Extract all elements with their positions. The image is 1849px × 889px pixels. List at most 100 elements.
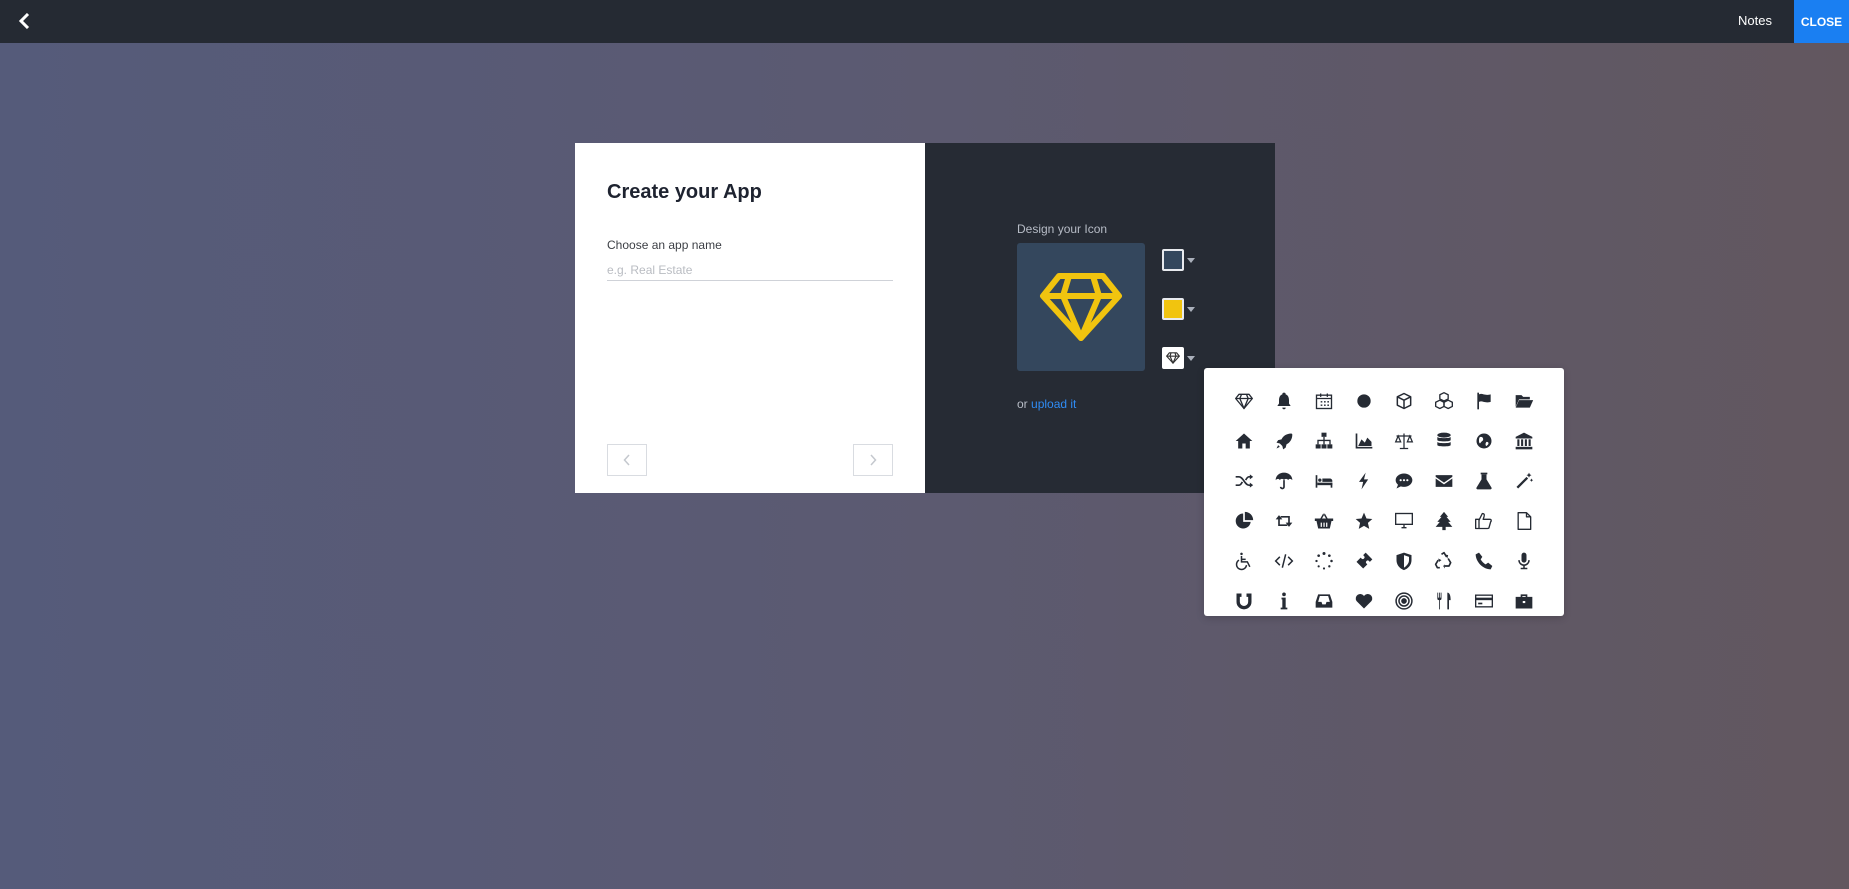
icon-option-recycle[interactable]: [1424, 541, 1464, 581]
icon-picker-popover: [1204, 368, 1564, 616]
bed-icon: [1315, 475, 1333, 488]
icon-option-inbox[interactable]: [1304, 581, 1344, 621]
icon-option-envelope[interactable]: [1424, 461, 1464, 501]
folder-open-icon: [1515, 395, 1534, 408]
app-name-label: Choose an app name: [607, 238, 722, 252]
icon-option-star[interactable]: [1344, 501, 1384, 541]
upload-prefix: or: [1017, 397, 1028, 411]
spinner-icon: [1315, 552, 1333, 570]
icon-option-magnet[interactable]: [1224, 581, 1264, 621]
area-chart-icon: [1355, 433, 1373, 449]
caret-down-icon: [1187, 355, 1195, 361]
calendar-icon: [1315, 393, 1333, 410]
icon-option-credit-card[interactable]: [1464, 581, 1504, 621]
create-app-modal: Create your App Choose an app name Desig…: [575, 143, 1275, 493]
globe-icon: [1476, 433, 1492, 449]
briefcase-icon: [1515, 594, 1533, 609]
icon-option-database[interactable]: [1424, 421, 1464, 461]
code-icon: [1274, 554, 1294, 568]
icon-option-bell[interactable]: [1264, 381, 1304, 421]
icon-option-cubes[interactable]: [1424, 381, 1464, 421]
upload-link[interactable]: upload it: [1031, 397, 1076, 411]
icon-option-bed[interactable]: [1304, 461, 1344, 501]
icon-option-bank[interactable]: [1504, 421, 1544, 461]
icon-shape-swatch: [1162, 347, 1184, 369]
icon-option-pie-chart[interactable]: [1224, 501, 1264, 541]
icon-option-shuffle[interactable]: [1224, 461, 1264, 501]
icon-option-home[interactable]: [1224, 421, 1264, 461]
previous-button[interactable]: [607, 444, 647, 476]
notes-button[interactable]: Notes: [1738, 0, 1772, 43]
icon-preview: [1017, 243, 1145, 371]
back-button[interactable]: [12, 8, 38, 34]
bell-icon: [1277, 392, 1291, 410]
icon-option-code[interactable]: [1264, 541, 1304, 581]
icon-option-flag[interactable]: [1464, 381, 1504, 421]
icon-option-calendar[interactable]: [1304, 381, 1344, 421]
magic-wand-icon: [1516, 472, 1534, 489]
icon-option-flask[interactable]: [1464, 461, 1504, 501]
icon-option-desktop[interactable]: [1384, 501, 1424, 541]
icon-option-area-chart[interactable]: [1344, 421, 1384, 461]
design-icon-label: Design your Icon: [1017, 222, 1108, 236]
file-icon: [1517, 511, 1532, 530]
app-form-panel: Create your App Choose an app name: [575, 143, 925, 493]
icon-option-thumbs-up[interactable]: [1464, 501, 1504, 541]
home-icon: [1235, 433, 1253, 449]
icon-option-microphone[interactable]: [1504, 541, 1544, 581]
icon-option-folder-open[interactable]: [1504, 381, 1544, 421]
icon-option-retweet[interactable]: [1264, 501, 1304, 541]
foreground-color-picker[interactable]: [1162, 296, 1202, 322]
recycle-icon: [1434, 551, 1452, 569]
chevron-left-icon: [623, 454, 630, 466]
shield-icon: [1396, 552, 1412, 571]
app-name-input[interactable]: [607, 259, 893, 281]
icon-option-cutlery[interactable]: [1424, 581, 1464, 621]
icon-option-balance-scale[interactable]: [1384, 421, 1424, 461]
diamond-icon: [1040, 273, 1122, 341]
diamond-icon: [1235, 393, 1253, 410]
icon-option-heart[interactable]: [1344, 581, 1384, 621]
caret-down-icon: [1187, 257, 1195, 263]
icon-option-ticket[interactable]: [1344, 541, 1384, 581]
icon-option-circle[interactable]: [1344, 381, 1384, 421]
icon-option-briefcase[interactable]: [1504, 581, 1544, 621]
background-color-swatch: [1162, 249, 1184, 271]
icon-option-file[interactable]: [1504, 501, 1544, 541]
icon-option-globe[interactable]: [1464, 421, 1504, 461]
bolt-icon: [1359, 472, 1369, 490]
icon-option-cube[interactable]: [1384, 381, 1424, 421]
shopping-basket-icon: [1314, 513, 1334, 529]
diamond-icon: [1166, 352, 1180, 364]
icon-option-info[interactable]: [1264, 581, 1304, 621]
icon-option-comment[interactable]: [1384, 461, 1424, 501]
icon-option-magic-wand[interactable]: [1504, 461, 1544, 501]
icon-option-bullseye[interactable]: [1384, 581, 1424, 621]
icon-option-rocket[interactable]: [1264, 421, 1304, 461]
icon-option-wheelchair[interactable]: [1224, 541, 1264, 581]
icon-shape-picker[interactable]: [1162, 345, 1202, 371]
icon-option-tree[interactable]: [1424, 501, 1464, 541]
icon-option-phone[interactable]: [1464, 541, 1504, 581]
chevron-left-icon: [18, 13, 30, 29]
next-button[interactable]: [853, 444, 893, 476]
star-icon: [1355, 512, 1373, 529]
icon-option-shield[interactable]: [1384, 541, 1424, 581]
shuffle-icon: [1235, 474, 1254, 488]
background-color-picker[interactable]: [1162, 247, 1202, 273]
close-button[interactable]: CLOSE: [1794, 0, 1849, 43]
magnet-icon: [1236, 593, 1252, 610]
icon-option-umbrella[interactable]: [1264, 461, 1304, 501]
cutlery-icon: [1437, 592, 1451, 610]
flag-icon: [1477, 392, 1491, 410]
icon-option-shopping-basket[interactable]: [1304, 501, 1344, 541]
icon-option-bolt[interactable]: [1344, 461, 1384, 501]
icon-option-sitemap[interactable]: [1304, 421, 1344, 461]
heart-icon: [1355, 593, 1373, 609]
icon-option-spinner[interactable]: [1304, 541, 1344, 581]
cubes-icon: [1435, 392, 1453, 410]
icon-option-diamond[interactable]: [1224, 381, 1264, 421]
page-title: Create your App: [607, 181, 762, 203]
flask-icon: [1476, 472, 1492, 490]
pie-chart-icon: [1235, 511, 1254, 529]
